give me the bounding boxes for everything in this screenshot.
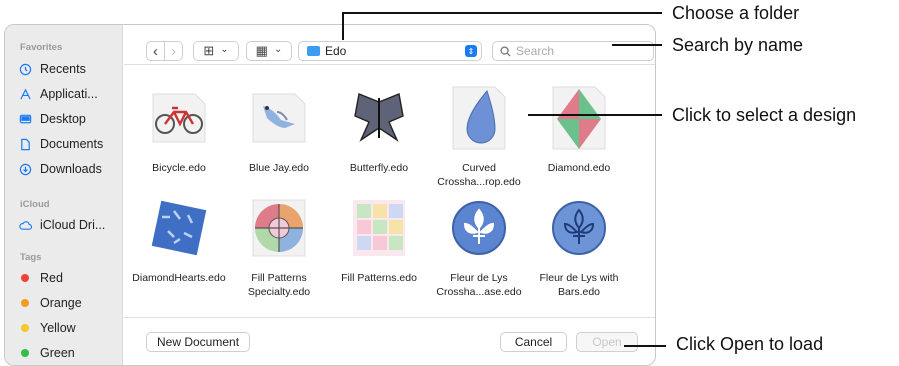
open-file-dialog: Favorites Recents Applicati... Desktop D… <box>4 24 656 366</box>
sidebar-item-documents[interactable]: Documents <box>18 134 122 154</box>
file-item[interactable]: Curved Crossha...rop.edo <box>429 80 529 190</box>
callout-line-folder-vertical <box>342 12 344 40</box>
file-item[interactable]: Fill Patterns.edo <box>329 190 429 300</box>
callout-choose-folder: Choose a folder <box>672 3 800 23</box>
fill-patterns-thumbnail <box>329 190 429 265</box>
callout-line-open <box>624 345 666 347</box>
sidebar-item-icloud-drive[interactable]: iCloud Dri... <box>18 215 122 235</box>
callout-line-select <box>528 114 662 116</box>
applications-icon <box>18 87 32 101</box>
file-name: Fill Patterns Specialty.edo <box>247 272 311 298</box>
callout-open-to-load: Click Open to load <box>676 334 824 354</box>
file-item[interactable]: DiamondHearts.edo <box>129 190 229 300</box>
sidebar-item-desktop[interactable]: Desktop <box>18 109 122 129</box>
fleur-de-lys-thumbnail <box>429 190 529 265</box>
sidebar-item-label: Documents <box>40 137 104 151</box>
sidebar-item-label: Red <box>40 271 63 285</box>
diamond-hearts-thumbnail <box>129 190 229 265</box>
drop-thumbnail <box>429 80 529 155</box>
icloud-heading: iCloud <box>20 199 50 210</box>
chevron-right-icon: › <box>171 42 176 60</box>
orange-tag-icon <box>21 299 29 307</box>
desktop-icon <box>18 112 32 126</box>
fleur-de-lys-bars-thumbnail <box>529 190 629 265</box>
download-icon <box>18 162 32 176</box>
sidebar-item-label: Downloads <box>40 162 102 176</box>
tags-heading: Tags <box>20 252 42 263</box>
fill-patterns-specialty-thumbnail <box>229 190 329 265</box>
callout-select-design: Click to select a design <box>672 105 857 125</box>
document-icon <box>18 137 32 151</box>
file-name: Curved Crossha...rop.edo <box>437 162 521 188</box>
file-name: Butterfly.edo <box>349 162 409 174</box>
popup-stepper-icon: ⇕ <box>465 45 477 57</box>
sidebar-item-recents[interactable]: Recents <box>18 59 122 79</box>
file-item[interactable]: Fill Patterns Specialty.edo <box>229 190 329 300</box>
sidebar-item-label: Applicati... <box>40 87 98 101</box>
group-by-button[interactable]: ▦ ⌄ <box>246 41 292 61</box>
butterfly-thumbnail <box>329 80 429 155</box>
file-item[interactable]: Diamond.edo <box>529 80 629 190</box>
back-button[interactable]: ‹ <box>146 41 165 61</box>
file-name: Diamond.edo <box>547 162 611 174</box>
file-item[interactable]: Fleur de Lys with Bars.edo <box>529 190 629 300</box>
callout-search-by-name: Search by name <box>672 35 804 55</box>
red-tag-icon <box>21 274 29 282</box>
search-icon <box>500 45 511 57</box>
sidebar-tag-green[interactable]: Green <box>18 343 122 363</box>
clock-icon <box>18 62 32 76</box>
chevron-down-icon: ⌄ <box>220 43 229 55</box>
file-grid: Bicycle.edo Blue Jay.edo Butterfly.edo C… <box>124 66 655 318</box>
cancel-button[interactable]: Cancel <box>500 332 567 352</box>
sidebar: Favorites Recents Applicati... Desktop D… <box>5 25 123 365</box>
file-item[interactable]: Butterfly.edo <box>329 80 429 190</box>
blue-jay-thumbnail <box>229 80 329 155</box>
file-name: Fleur de Lys Crossha...ase.edo <box>436 272 522 298</box>
icon-view-icon: ⊞ <box>203 43 215 58</box>
yellow-tag-icon <box>21 324 29 332</box>
file-name: Bicycle.edo <box>152 162 206 174</box>
new-document-button[interactable]: New Document <box>146 332 251 352</box>
sidebar-item-downloads[interactable]: Downloads <box>18 159 122 179</box>
chevron-left-icon: ‹ <box>153 42 158 60</box>
file-name: Fleur de Lys with Bars.edo <box>539 272 619 298</box>
sidebar-item-label: Green <box>40 346 75 360</box>
diamond-thumbnail <box>529 80 629 155</box>
forward-button[interactable]: › <box>164 41 183 61</box>
sidebar-item-label: Orange <box>40 296 82 310</box>
file-item[interactable]: Fleur de Lys Crossha...ase.edo <box>429 190 529 300</box>
green-tag-icon <box>21 349 29 357</box>
open-button[interactable]: Open <box>576 332 638 352</box>
toolbar: ‹ › ⊞ ⌄ ▦ ⌄ Edo ⇕ <box>124 25 655 65</box>
sidebar-tag-orange[interactable]: Orange <box>18 293 122 313</box>
dialog-footer: New Document Cancel Open <box>124 317 655 365</box>
sidebar-tag-red[interactable]: Red <box>18 268 122 288</box>
callout-line-search <box>612 44 662 46</box>
search-input[interactable] <box>516 44 646 58</box>
sidebar-item-label: Desktop <box>40 112 86 126</box>
sidebar-item-label: Yellow <box>40 321 76 335</box>
group-icon: ▦ <box>255 43 268 58</box>
callout-line-folder <box>342 12 662 14</box>
chevron-down-icon: ⌄ <box>273 43 283 55</box>
file-name: Fill Patterns.edo <box>341 272 417 284</box>
view-mode-button[interactable]: ⊞ ⌄ <box>193 41 239 61</box>
file-name: Blue Jay.edo <box>249 162 309 174</box>
sidebar-item-label: iCloud Dri... <box>40 218 106 232</box>
file-name: DiamondHearts.edo <box>132 272 226 284</box>
favorites-heading: Favorites <box>20 42 63 53</box>
sidebar-item-label: Recents <box>40 62 86 76</box>
sidebar-item-applications[interactable]: Applicati... <box>18 84 122 104</box>
folder-icon <box>307 46 320 56</box>
file-item[interactable]: Blue Jay.edo <box>229 80 329 190</box>
bicycle-thumbnail <box>129 80 229 155</box>
cloud-icon <box>18 218 32 232</box>
file-item[interactable]: Bicycle.edo <box>129 80 229 190</box>
folder-name: Edo <box>325 44 347 58</box>
folder-popup[interactable]: Edo ⇕ <box>298 41 482 61</box>
sidebar-tag-yellow[interactable]: Yellow <box>18 318 122 338</box>
